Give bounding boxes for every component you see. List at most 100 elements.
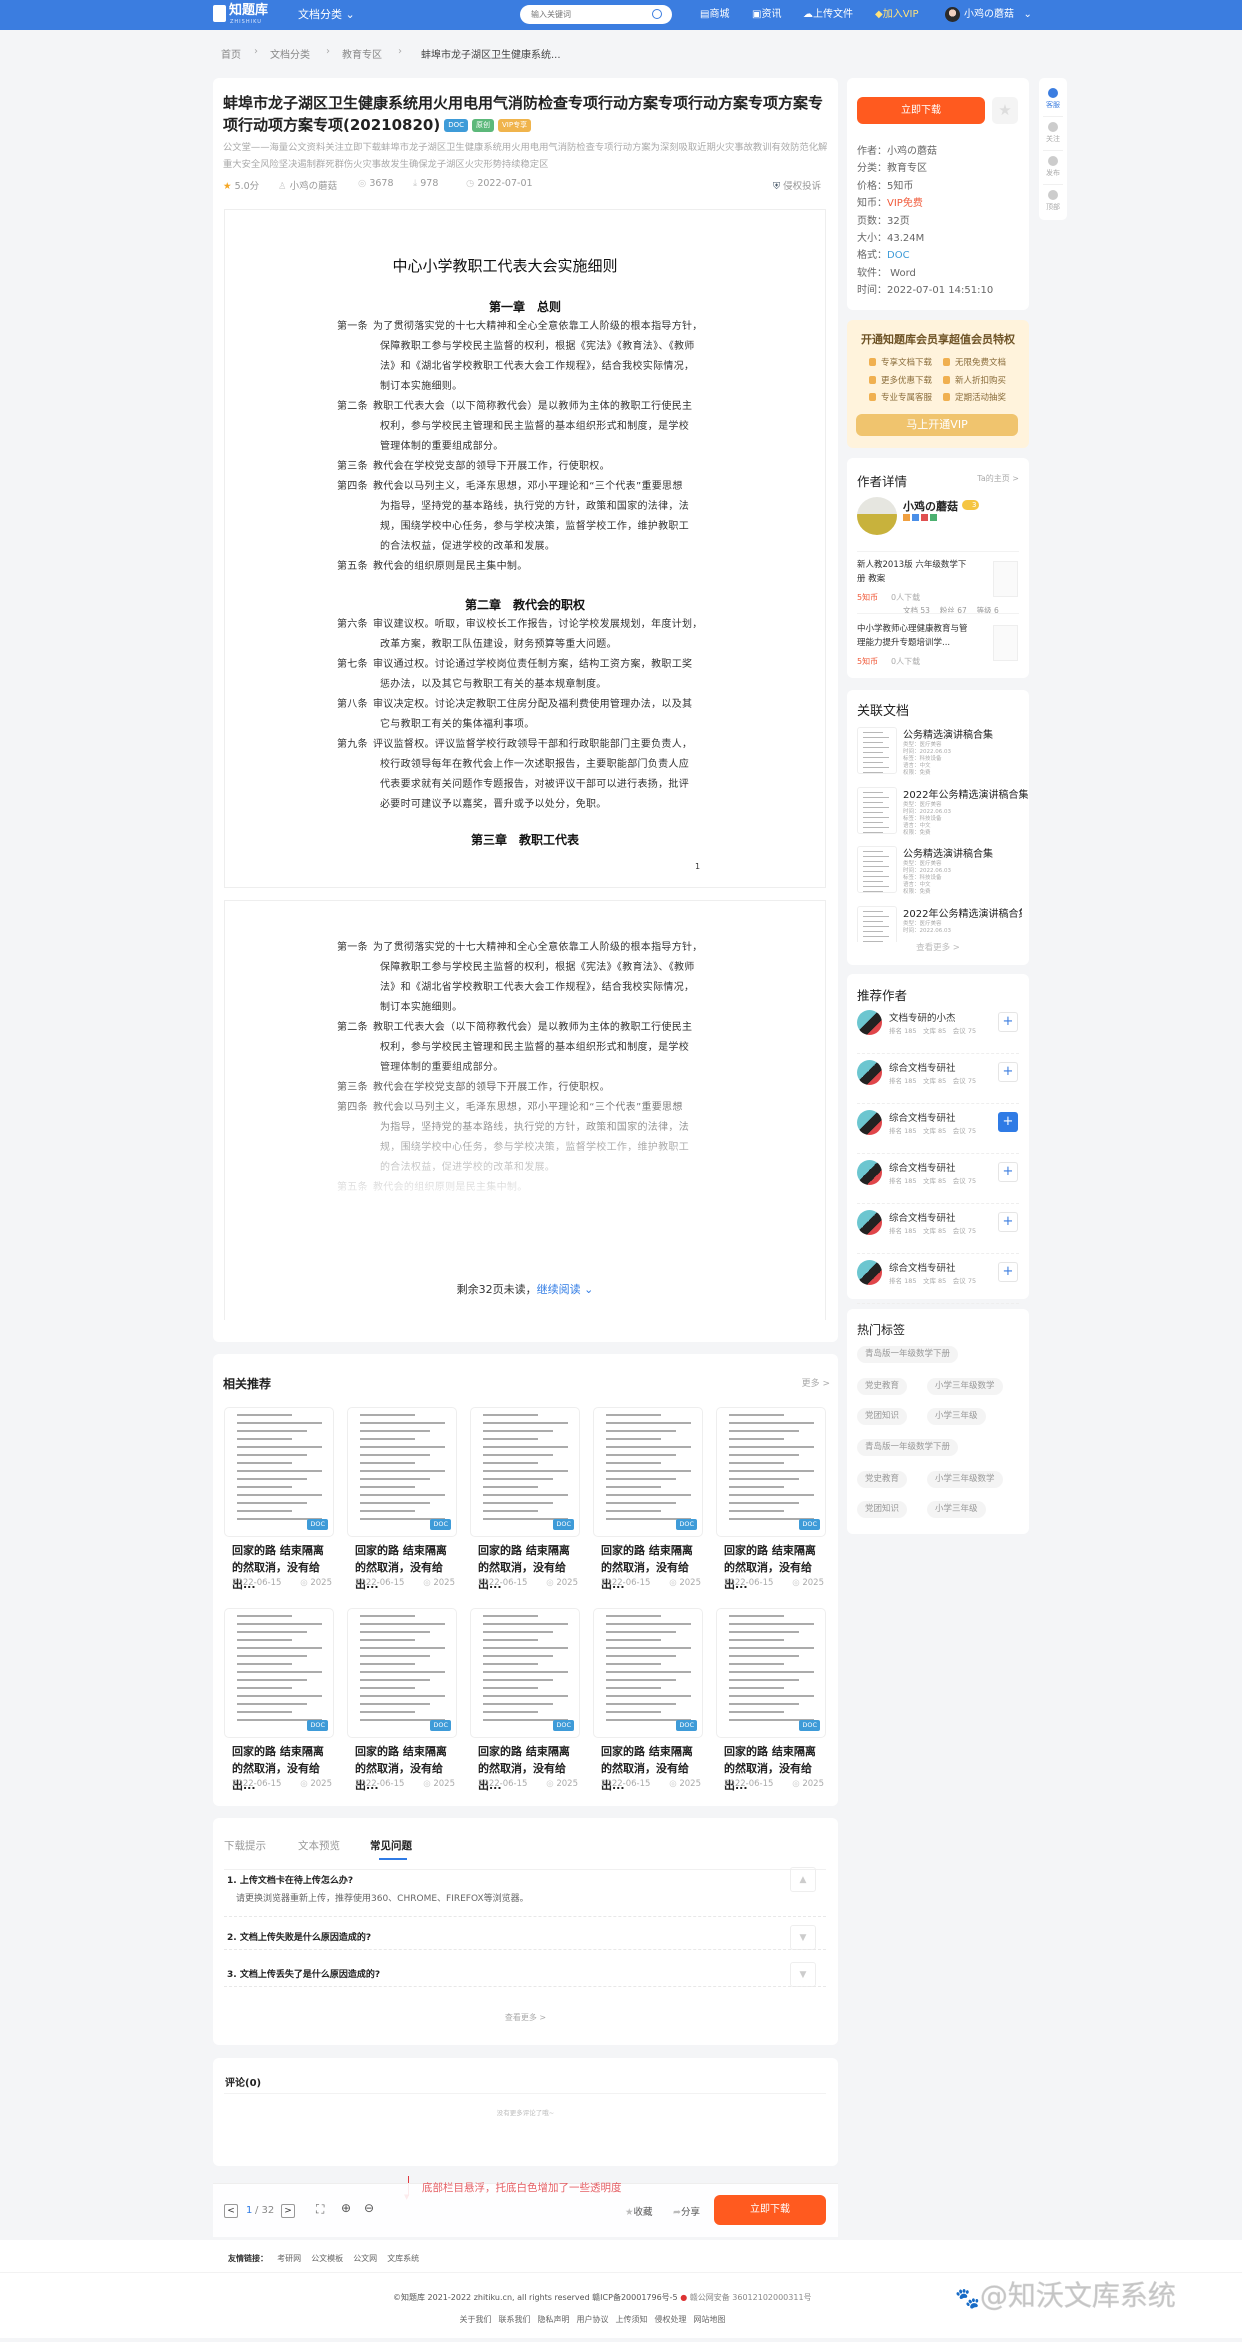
recommend-card[interactable]: DOC 回家的路 结束隔离的然取消，没有给出... 2022-06-15 ◎ 2025 bbox=[224, 1407, 334, 1597]
related-doc-item[interactable]: 2022年公务精选演讲稿合集 类型：医疗美容 时间：2022.06.03 标签：科技设… bbox=[857, 786, 1028, 839]
recommend-card[interactable]: DOC 回家的路 结束隔离的然取消，没有给出... 2022-06-15 ◎ 2025 bbox=[347, 1407, 457, 1597]
more-link[interactable]: 更多 > bbox=[802, 1376, 830, 1389]
doc-thumbnail[interactable]: DOC bbox=[347, 1407, 457, 1537]
related-doc-item[interactable]: 公务精选演讲稿合集 类型：医疗美容 时间：2022.06.03 标签：科技设备 语言：中… bbox=[857, 727, 1022, 779]
faq-tab[interactable]: 常见问题 bbox=[370, 1838, 412, 1853]
author-avatar[interactable] bbox=[857, 1010, 882, 1035]
related-doc-thumb[interactable] bbox=[857, 786, 897, 834]
author-doc-item[interactable]: 新人教2013版 六年级数学下册 教案 5知币 0人下载 bbox=[857, 559, 1019, 609]
doc-thumbnail[interactable]: DOC bbox=[470, 1407, 580, 1537]
footer-link[interactable]: 侵权处理 bbox=[655, 2315, 687, 2324]
open-vip-button[interactable]: 马上开通VIP bbox=[856, 414, 1018, 436]
author-doc-item[interactable]: 中小学教师心理健康教育与管理能力提升专题培训学... 5知币 0人下载 bbox=[857, 623, 1019, 673]
float-item-upload[interactable]: 发布 bbox=[1039, 156, 1067, 178]
hot-tag[interactable]: 小学三年级数学 bbox=[927, 1471, 1003, 1488]
faq-question[interactable]: 2. 文档上传失败是什么原因造成的? bbox=[227, 1930, 371, 1943]
author-name[interactable]: 小鸡の蘑菇 bbox=[903, 498, 958, 514]
follow-plus-icon[interactable]: + bbox=[998, 1012, 1018, 1032]
related-doc-thumb[interactable] bbox=[857, 727, 897, 774]
nav-news[interactable]: ▣资讯 bbox=[752, 0, 781, 30]
recommend-card[interactable]: DOC 回家的路 结束隔离的然取消，没有给出... 2022-06-15 ◎ 2025 bbox=[470, 1407, 580, 1597]
recommend-card[interactable]: DOC 回家的路 结束隔离的然取消，没有给出... 2022-06-15 ◎ 2025 bbox=[716, 1407, 826, 1597]
expand-icon[interactable]: ▼ bbox=[790, 1962, 816, 1987]
zoom-out-icon[interactable]: ⊖ bbox=[364, 2201, 374, 2215]
author-avatar[interactable] bbox=[857, 1210, 882, 1235]
doc-thumbnail[interactable]: DOC bbox=[716, 1407, 826, 1537]
faq-more-link[interactable]: 查看更多 > bbox=[213, 2012, 838, 2023]
faq-question[interactable]: 3. 文档上传丢失了是什么原因造成的? bbox=[227, 1967, 380, 1980]
follow-plus-icon[interactable]: + bbox=[998, 1162, 1018, 1182]
category-menu[interactable]: 文档分类 ⌄ bbox=[298, 0, 355, 30]
related-doc-title[interactable]: 公务精选演讲稿合集 bbox=[903, 845, 993, 860]
footer-link[interactable]: 用户协议 bbox=[577, 2315, 609, 2324]
join-vip-link[interactable]: ◆加入VIP bbox=[875, 0, 919, 30]
user-menu[interactable]: 小鸡の蘑菇 ⌄ bbox=[964, 0, 1032, 30]
share-button[interactable]: ➦分享 bbox=[673, 2204, 700, 2218]
hot-tag[interactable]: 青岛版一年级数学下册 bbox=[857, 1346, 959, 1363]
related-doc-title[interactable]: 2022年公务精选演讲稿合集 bbox=[903, 786, 1028, 801]
continue-reading-link[interactable]: 继续阅读 bbox=[537, 1283, 581, 1296]
doc-thumbnail[interactable]: DOC bbox=[593, 1608, 703, 1738]
float-item-wechat[interactable]: 关注 bbox=[1039, 122, 1067, 144]
current-page[interactable]: 1 bbox=[246, 2205, 252, 2216]
author-name[interactable]: 综合文档专研社 bbox=[889, 1210, 956, 1224]
download-button-bottom[interactable]: 立即下载 bbox=[714, 2195, 826, 2225]
related-doc-item[interactable]: 公务精选演讲稿合集 类型：医疗美容 时间：2022.06.03 标签：科技设备 语言：中… bbox=[857, 846, 1022, 898]
float-item-back-to-top[interactable]: 顶部 bbox=[1039, 190, 1067, 212]
continue-reading[interactable]: 剩余32页未读，继续阅读 ⌄ bbox=[225, 1281, 825, 1297]
related-doc-thumb[interactable] bbox=[857, 905, 897, 942]
related-doc-title[interactable]: 公务精选演讲稿合集 bbox=[903, 726, 993, 741]
faq-tab[interactable]: 下载提示 bbox=[224, 1838, 266, 1853]
recommended-author[interactable]: 文档专研的小杰 排名 185 文库 85 会议 75 + bbox=[857, 1004, 1019, 1054]
author-avatar[interactable] bbox=[857, 1060, 882, 1085]
friend-link[interactable]: 文库系统 bbox=[387, 2254, 419, 2263]
footer-link[interactable]: 隐私声明 bbox=[538, 2315, 570, 2324]
author-doc-thumb[interactable] bbox=[993, 625, 1018, 661]
footer-link[interactable]: 关于我们 bbox=[460, 2315, 492, 2324]
recommend-card[interactable]: DOC 回家的路 结束隔离的然取消，没有给出... 2022-06-15 ◎ 2025 bbox=[716, 1608, 826, 1798]
breadcrumb-category[interactable]: 文档分类 bbox=[270, 46, 310, 61]
user-avatar[interactable] bbox=[945, 7, 960, 22]
faq-tab[interactable]: 文本预览 bbox=[298, 1838, 340, 1853]
doc-thumbnail[interactable]: DOC bbox=[593, 1407, 703, 1537]
doc-thumbnail[interactable]: DOC bbox=[224, 1608, 334, 1738]
breadcrumb-education[interactable]: 教育专区 bbox=[342, 46, 382, 61]
hot-tag[interactable]: 党团知识 bbox=[857, 1501, 908, 1518]
doc-thumbnail[interactable]: DOC bbox=[347, 1608, 457, 1738]
follow-plus-icon[interactable]: + bbox=[998, 1262, 1018, 1282]
prev-page-button[interactable]: < bbox=[224, 2204, 238, 2218]
doc-thumbnail[interactable]: DOC bbox=[470, 1608, 580, 1738]
follow-plus-icon[interactable]: + bbox=[998, 1062, 1018, 1082]
recommended-author[interactable]: 综合文档专研社 排名 185 文库 85 会议 75 + bbox=[857, 1104, 1019, 1154]
recommend-card[interactable]: DOC 回家的路 结束隔离的然取消，没有给出... 2022-06-15 ◎ 2025 bbox=[224, 1608, 334, 1798]
related-doc-item[interactable]: 2022年公务精选演讲稿合集 类型：医疗美容 时间：2022.06.03 bbox=[857, 905, 1022, 942]
report-link[interactable]: ⛨ 侵权投诉 bbox=[773, 178, 821, 192]
hot-tag[interactable]: 党史教育 bbox=[857, 1471, 908, 1488]
author-doc-thumb[interactable] bbox=[993, 561, 1018, 597]
recommended-author[interactable]: 综合文档专研社 排名 185 文库 85 会议 75 + bbox=[857, 1154, 1019, 1204]
related-doc-thumb[interactable] bbox=[857, 846, 897, 893]
author-doc-title[interactable]: 中小学教师心理健康教育与管理能力提升专题培训学... bbox=[857, 623, 972, 650]
hot-tag[interactable]: 小学三年级 bbox=[927, 1408, 986, 1425]
friend-link[interactable]: 公文模板 bbox=[311, 2254, 343, 2263]
hot-tag[interactable]: 党史教育 bbox=[857, 1378, 908, 1395]
author-doc-title[interactable]: 新人教2013版 六年级数学下册 教案 bbox=[857, 559, 972, 586]
doc-thumbnail[interactable]: DOC bbox=[716, 1608, 826, 1738]
recommend-card[interactable]: DOC 回家的路 结束隔离的然取消，没有给出... 2022-06-15 ◎ 2025 bbox=[593, 1407, 703, 1597]
author-avatar[interactable] bbox=[857, 1110, 882, 1135]
author-name[interactable]: 综合文档专研社 bbox=[889, 1060, 956, 1074]
float-item-headset[interactable]: 客服 bbox=[1039, 88, 1067, 110]
fullscreen-icon[interactable]: ⛶ bbox=[316, 2202, 324, 2217]
zoom-in-icon[interactable]: ⊕ bbox=[341, 2201, 351, 2215]
faq-question[interactable]: 1. 上传文档卡在待上传怎么办? bbox=[227, 1873, 353, 1886]
author-name[interactable]: 综合文档专研社 bbox=[889, 1110, 956, 1124]
hot-tag[interactable]: 青岛版一年级数学下册 bbox=[857, 1439, 959, 1456]
site-logo[interactable]: 知题库 ZHISHIKU bbox=[213, 3, 268, 25]
recommend-card[interactable]: DOC 回家的路 结束隔离的然取消，没有给出... 2022-06-15 ◎ 2025 bbox=[470, 1608, 580, 1798]
nav-mall[interactable]: ▤商城 bbox=[700, 0, 729, 30]
friend-link[interactable]: 考研网 bbox=[277, 2254, 301, 2263]
next-page-button[interactable]: > bbox=[281, 2204, 295, 2218]
recommended-author[interactable]: 综合文档专研社 排名 185 文库 85 会议 75 + bbox=[857, 1054, 1019, 1104]
follow-plus-icon[interactable]: + bbox=[998, 1112, 1018, 1132]
breadcrumb-home[interactable]: 首页 bbox=[221, 46, 241, 61]
